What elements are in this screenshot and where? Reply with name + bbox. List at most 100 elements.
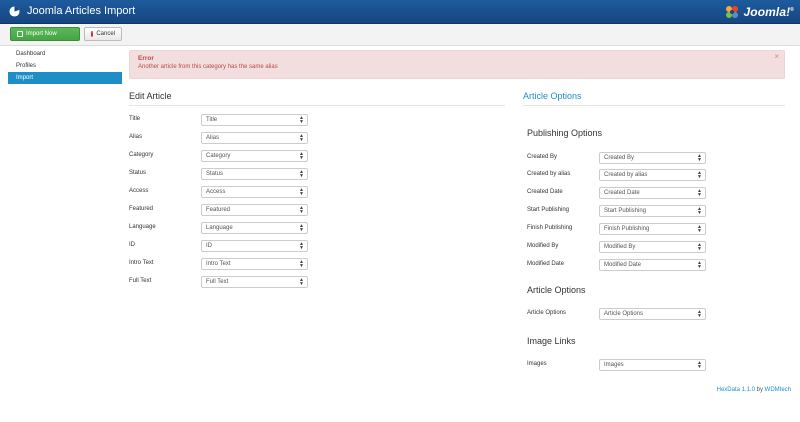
field-label: Created Date [527,189,563,195]
field-label: Article Options [527,310,567,316]
field-label: ID [129,242,135,248]
select-arrows-icon: ▲ ▼ [299,259,304,269]
field-row-alias: Alias Alias ▲ ▼ [129,132,309,144]
field-row-created-by-alias: Created by alias Created by alias ▲ ▼ [527,169,707,181]
header-bar: Joomla Articles Import Joomla!® [0,0,800,24]
field-label: Modified Date [527,261,565,267]
images-select[interactable]: Images ▲ ▼ [599,359,706,371]
select-arrows-icon: ▲ ▼ [697,242,702,252]
select-arrows-icon: ▲ ▼ [299,187,304,197]
cancel-label: Cancel [96,31,115,37]
field-row-created-date: Created Date Created Date ▲ ▼ [527,187,707,199]
select-arrows-icon: ▲ ▼ [299,133,304,143]
field-label: Modified By [527,243,559,249]
field-label: Status [129,170,147,176]
field-row-modified-by: Modified By Modified By ▲ ▼ [527,241,707,253]
field-row-access: Access Access ▲ ▼ [129,186,309,198]
intro-text-select[interactable]: Intro Text ▲ ▼ [201,258,308,270]
import-now-button[interactable]: Import Now [10,27,80,41]
field-label: Full Text [129,278,152,284]
article-options-heading[interactable]: Article Options [523,91,785,106]
select-arrows-icon: ▲ ▼ [697,224,702,234]
joomla-logo-text: Joomla!® [743,5,794,19]
field-row-status: Status Status ▲ ▼ [129,168,309,180]
title-select[interactable]: Title ▲ ▼ [201,114,308,126]
sidebar-item-dashboard[interactable]: Dashboard [8,48,122,60]
field-row-start-publishing: Start Publishing Start Publishing ▲ ▼ [527,205,707,217]
field-label: Created By [527,154,558,160]
field-label: Intro Text [129,260,154,266]
select-arrows-icon: ▲ ▼ [697,170,702,180]
vendor-link[interactable]: WDMtech [765,387,791,393]
error-alert: Error Another article from this category… [129,50,785,79]
toolbar: Import Now Cancel [0,24,800,46]
import-now-label: Import Now [26,31,57,37]
footer-credit: HexData 1.1.0 by WDMtech [717,387,791,393]
sidebar-nav: Dashboard Profiles Import [8,48,122,84]
modified-date-select[interactable]: Modified Date ▲ ▼ [599,259,706,271]
field-row-language: Language Language ▲ ▼ [129,222,309,234]
sidebar-item-profiles[interactable]: Profiles [8,60,122,72]
publishing-options-heading: Publishing Options [527,128,603,138]
id-select[interactable]: ID ▲ ▼ [201,240,308,252]
finish-publishing-select[interactable]: Finish Publishing ▲ ▼ [599,223,706,235]
start-publishing-select[interactable]: Start Publishing ▲ ▼ [599,205,706,217]
field-label: Finish Publishing [527,225,573,231]
field-label: Category [129,152,154,158]
created-date-select[interactable]: Created Date ▲ ▼ [599,187,706,199]
edit-icon [17,31,23,37]
select-arrows-icon: ▲ ▼ [299,277,304,287]
select-arrows-icon: ▲ ▼ [697,360,702,370]
select-arrows-icon: ▲ ▼ [697,260,702,270]
select-arrows-icon: ▲ ▼ [697,153,702,163]
created-by-select[interactable]: Created By ▲ ▼ [599,152,706,164]
field-row-intro-text: Intro Text Intro Text ▲ ▼ [129,258,309,270]
joomla-logo-icon [726,6,739,18]
dashboard-icon [9,6,20,17]
field-label: Featured [129,206,154,212]
select-arrows-icon: ▲ ▼ [299,205,304,215]
language-select[interactable]: Language ▲ ▼ [201,222,308,234]
alert-title: Error [138,55,154,62]
field-row-finish-publishing: Finish Publishing Finish Publishing ▲ ▼ [527,223,707,235]
select-arrows-icon: ▲ ▼ [299,223,304,233]
select-arrows-icon: ▲ ▼ [697,188,702,198]
field-row-created-by: Created By Created By ▲ ▼ [527,152,707,164]
modified-by-select[interactable]: Modified By ▲ ▼ [599,241,706,253]
alias-select[interactable]: Alias ▲ ▼ [201,132,308,144]
field-row-category: Category Category ▲ ▼ [129,150,309,162]
cancel-button[interactable]: Cancel [84,27,122,41]
field-label: Alias [129,134,143,140]
select-arrows-icon: ▲ ▼ [299,115,304,125]
field-label: Start Publishing [527,207,570,213]
field-label: Title [129,116,141,122]
select-arrows-icon: ▲ ▼ [697,309,702,319]
field-row-article-options: Article Options Article Options ▲ ▼ [527,308,707,320]
article-options-subheading: Article Options [527,285,586,295]
select-arrows-icon: ▲ ▼ [697,206,702,216]
category-select[interactable]: Category ▲ ▼ [201,150,308,162]
select-arrows-icon: ▲ ▼ [299,241,304,251]
field-label: Access [129,188,149,194]
article-options-select[interactable]: Article Options ▲ ▼ [599,308,706,320]
field-row-images: Images Images ▲ ▼ [527,359,707,371]
alert-message: Another article from this category has t… [138,64,278,70]
access-select[interactable]: Access ▲ ▼ [201,186,308,198]
full-text-select[interactable]: Full Text ▲ ▼ [201,276,308,288]
field-row-modified-date: Modified Date Modified Date ▲ ▼ [527,259,707,271]
status-select[interactable]: Status ▲ ▼ [201,168,308,180]
alert-close-icon[interactable]: × [774,52,779,61]
created-by-alias-select[interactable]: Created by alias ▲ ▼ [599,169,706,181]
sidebar-item-import[interactable]: Import [8,72,122,84]
edit-article-heading: Edit Article [129,91,505,106]
field-label: Images [527,361,547,367]
field-row-id: ID ID ▲ ▼ [129,240,309,252]
field-label: Language [129,224,156,230]
field-row-title: Title Title ▲ ▼ [129,114,309,126]
product-version-link[interactable]: HexData 1.1.0 [717,387,755,393]
select-arrows-icon: ▲ ▼ [299,169,304,179]
field-row-full-text: Full Text Full Text ▲ ▼ [129,276,309,288]
cancel-circle-icon [91,29,96,37]
field-row-featured: Featured Featured ▲ ▼ [129,204,309,216]
featured-select[interactable]: Featured ▲ ▼ [201,204,308,216]
